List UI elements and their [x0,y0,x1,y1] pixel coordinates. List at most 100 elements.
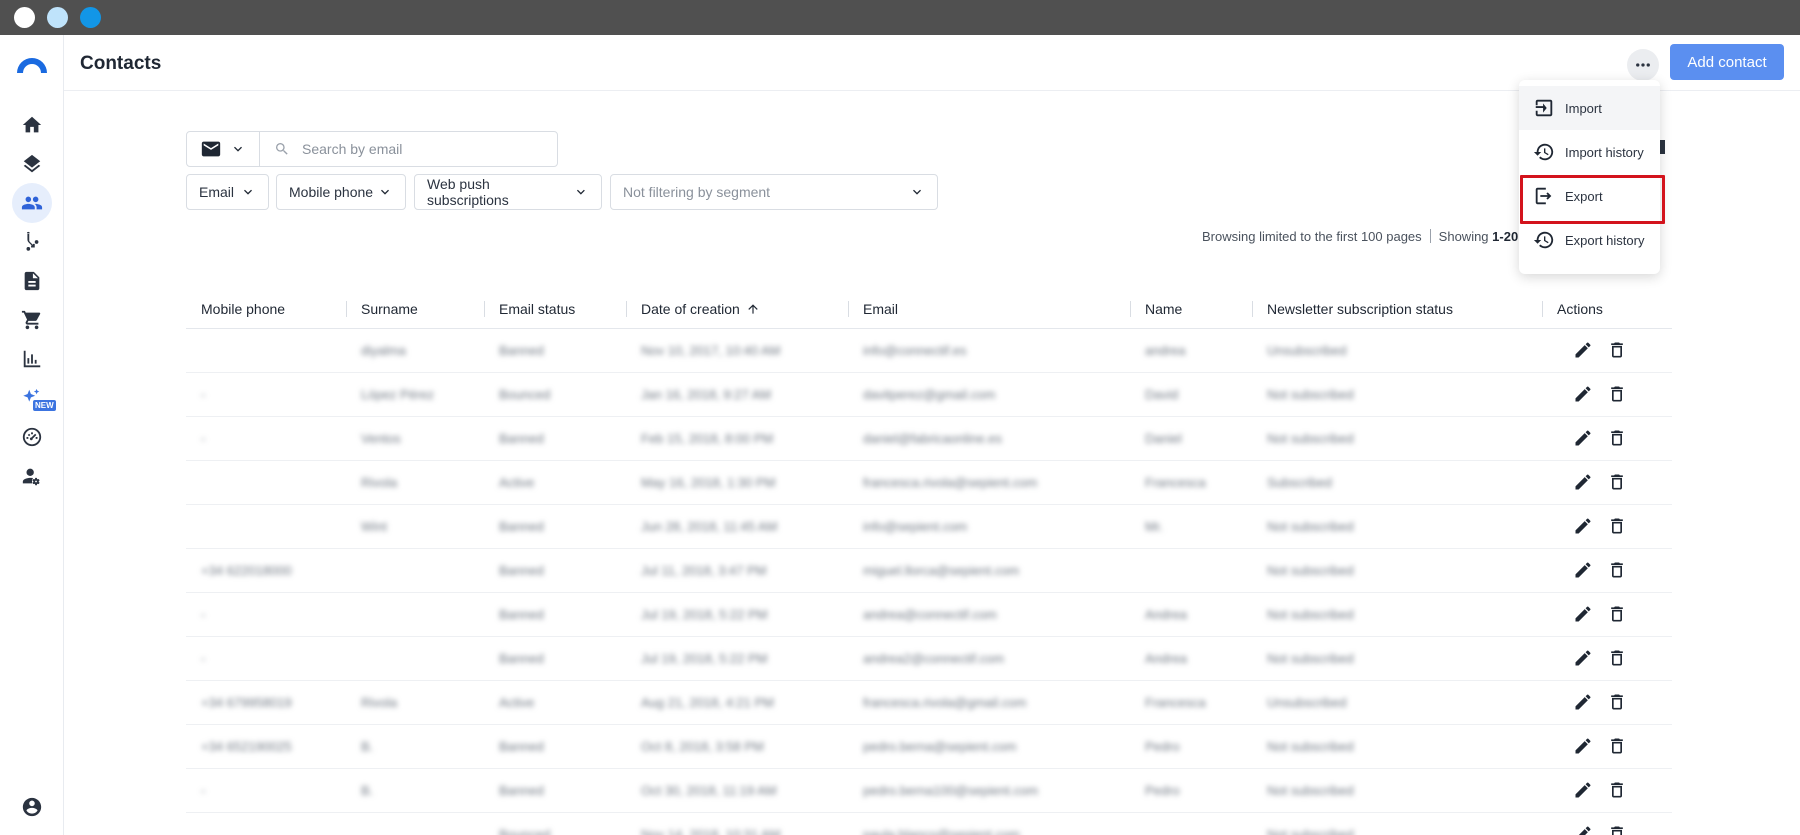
table-row[interactable]: Rivola Active May 16, 2018, 1:30 PM frances… [186,460,1672,505]
sidebar-item-contacts[interactable] [12,183,52,223]
edit-icon[interactable] [1571,338,1595,362]
import-icon [1535,99,1553,117]
sidebar-item-store[interactable] [12,300,52,340]
column-header-newsletter-status[interactable]: Newsletter subscription status [1252,290,1542,329]
new-badge: NEW [33,400,56,411]
table-row[interactable]: Wint Banned Jun 28, 2018, 11:45 AM info@sep… [186,504,1672,549]
sidebar-item-dashboard[interactable] [12,417,52,457]
menu-item-label: Export history [1565,232,1645,248]
sidebar-item-account[interactable] [12,787,52,827]
add-contact-button[interactable]: Add contact [1670,44,1784,80]
delete-icon[interactable] [1605,426,1629,450]
sidebar-item-user-settings[interactable] [12,456,52,496]
edit-icon[interactable] [1571,558,1595,582]
delete-icon[interactable] [1605,382,1629,406]
layers-icon [23,154,41,173]
table-cell: Banned [484,328,626,373]
menu-item-import[interactable]: Import [1519,86,1660,130]
window-minimize-button[interactable] [47,7,68,28]
edit-icon[interactable] [1571,470,1595,494]
search-input[interactable] [302,141,552,157]
table-row[interactable]: Bounced Nov 14, 2018, 10:31 AM paula.blanc… [186,812,1672,835]
filter-web-push[interactable]: Web push subscriptions [414,174,602,210]
menu-item-label: Export [1565,188,1603,204]
window-close-button[interactable] [14,7,35,28]
row-actions [1542,768,1672,813]
table-row[interactable]: +34 652190025 B. Banned Oct 8, 2018, 3:58 P… [186,724,1672,769]
edit-icon[interactable] [1571,602,1595,626]
delete-icon[interactable] [1605,822,1629,835]
table-cell: daniel@fabricaonline.es [848,416,1130,461]
delete-icon[interactable] [1605,558,1629,582]
menu-item-export-history[interactable]: Export history [1519,218,1660,262]
table-row[interactable]: - Banned Jul 19, 2018, 5:22 PM andrea@conne… [186,592,1672,637]
column-header-name[interactable]: Name [1130,290,1252,329]
table-cell: Nov 10, 2017, 10:40 AM [626,328,848,373]
row-actions [1542,416,1672,461]
filter-mobile-phone[interactable]: Mobile phone [276,174,406,210]
table-cell: Feb 15, 2018, 8:00 PM [626,416,848,461]
more-horizontal-icon [1636,63,1650,67]
table-cell: pedro.berna100@sepient.com [848,768,1130,813]
row-actions [1542,548,1672,593]
table-row[interactable]: - Banned Jul 19, 2018, 5:22 PM andrea2@conn… [186,636,1672,681]
table-row[interactable]: - B. Banned Oct 30, 2018, 11:19 AM pedro.ber… [186,768,1672,813]
app-logo-icon[interactable] [14,51,50,75]
table-row[interactable]: +34 622018000 Banned Jul 11, 2018, 3:47 PM… [186,548,1672,593]
edit-icon[interactable] [1571,426,1595,450]
delete-icon[interactable] [1605,734,1629,758]
edit-icon[interactable] [1571,734,1595,758]
edit-icon[interactable] [1571,382,1595,406]
more-options-button[interactable] [1627,49,1659,81]
table-row[interactable]: +34 679958019 Rivola Active Aug 21, 2018, 4… [186,680,1672,725]
export-icon [1535,187,1552,205]
edit-icon[interactable] [1571,690,1595,714]
column-header-surname[interactable]: Surname [346,290,484,329]
column-header-mobile-phone[interactable]: Mobile phone [186,290,346,329]
chevron-down-icon [244,189,252,195]
column-header-date-of-creation[interactable]: Date of creation [626,290,848,329]
edit-icon[interactable] [1571,778,1595,802]
edit-icon[interactable] [1571,514,1595,538]
sidebar-item-analytics[interactable] [12,339,52,379]
delete-icon[interactable] [1605,602,1629,626]
browse-limit-text: Browsing limited to the first 100 pages [1202,229,1422,244]
delete-icon[interactable] [1605,778,1629,802]
delete-icon[interactable] [1605,646,1629,670]
filter-segment[interactable]: Not filtering by segment [610,174,938,210]
column-header-email-status[interactable]: Email status [484,290,626,329]
sidebar-item-layers[interactable] [12,144,52,184]
delete-icon[interactable] [1605,690,1629,714]
table-cell: Active [484,460,626,505]
delete-icon[interactable] [1605,338,1629,362]
table-cell: +34 622018000 [186,548,346,593]
row-actions [1542,372,1672,417]
window-titlebar [0,0,1800,35]
delete-icon[interactable] [1605,514,1629,538]
history-icon [1533,231,1554,249]
channel-select[interactable] [187,132,260,166]
sidebar-item-content[interactable] [12,261,52,301]
table-cell: B. [346,768,484,813]
table-row[interactable]: diyalma Banned Nov 10, 2017, 10:40 AM info@… [186,328,1672,373]
table-cell: Pedro [1130,724,1252,769]
sidebar-item-ai[interactable]: NEW [12,378,56,418]
edit-icon[interactable] [1571,822,1595,835]
table-cell: Ventos [346,416,484,461]
filter-email[interactable]: Email [186,174,269,210]
table-row[interactable]: - López Pérez Bounced Jan 16, 2018, 9:27 AM… [186,372,1672,417]
window-maximize-button[interactable] [80,7,101,28]
edit-icon[interactable] [1571,646,1595,670]
table-cell: +34 679958019 [186,680,346,725]
delete-icon[interactable] [1605,470,1629,494]
table-row[interactable]: - Ventos Banned Feb 15, 2018, 8:00 PM daniel… [186,416,1672,461]
menu-item-export[interactable]: Export [1519,174,1665,224]
menu-item-import-history[interactable]: Import history [1519,130,1660,174]
sidebar-item-home[interactable] [12,105,52,145]
table-cell: Oct 30, 2018, 11:19 AM [626,768,848,813]
column-header-email[interactable]: Email [848,290,1130,329]
pagination-info: Browsing limited to the first 100 pages S… [1202,229,1518,244]
sidebar-item-workflows[interactable] [12,222,52,262]
pager-control[interactable] [1660,140,1665,154]
table-cell: Rivola [346,680,484,725]
